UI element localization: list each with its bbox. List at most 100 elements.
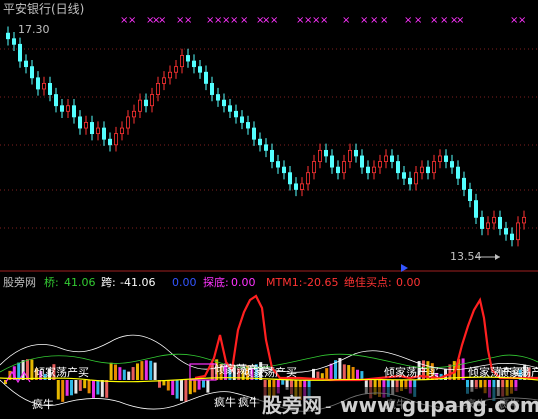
candle-body bbox=[251, 127, 256, 140]
indicator-blue-value: 0.00 bbox=[172, 276, 197, 289]
signal-cross-marks: × × ××× × × × × × × × ×× × × × × × × × × × × × × × ×× × × bbox=[120, 15, 526, 26]
histogram-bar bbox=[149, 360, 153, 380]
max-price-label: 17.30 bbox=[18, 23, 50, 36]
candle-body bbox=[155, 82, 160, 95]
watermark-separator: - bbox=[325, 396, 332, 417]
candle-body bbox=[102, 127, 107, 140]
histogram-bar bbox=[206, 380, 210, 393]
cross-mark-icon: × bbox=[158, 15, 166, 26]
candle-body bbox=[431, 161, 436, 174]
candle-body bbox=[257, 138, 262, 146]
histogram-bar bbox=[118, 367, 122, 380]
cross-mark-icon: × bbox=[404, 15, 412, 26]
candle-body bbox=[305, 172, 310, 185]
histogram-bar bbox=[136, 363, 139, 380]
cross-mark-icon: × bbox=[230, 15, 238, 26]
cross-mark-icon: × bbox=[440, 15, 448, 26]
candle-body bbox=[6, 32, 11, 40]
candle-body bbox=[66, 105, 71, 112]
histogram-bar bbox=[56, 380, 60, 400]
candlestick-series bbox=[6, 26, 527, 247]
cross-mark-icon: × bbox=[128, 15, 136, 26]
histogram-bar bbox=[17, 362, 21, 380]
histogram-bar bbox=[140, 361, 144, 380]
gujiadang-label-6: 倾家荡产买 bbox=[498, 365, 538, 379]
indicator-mtm-label: MTM1: bbox=[266, 276, 302, 289]
candle-body bbox=[395, 161, 400, 174]
candle-body bbox=[126, 116, 131, 129]
candle-body bbox=[72, 105, 77, 118]
candle-body bbox=[131, 110, 136, 118]
candle-body bbox=[96, 127, 101, 135]
candle-body bbox=[365, 166, 370, 174]
candle-body bbox=[371, 166, 376, 174]
cross-mark-icon: × bbox=[456, 15, 464, 26]
histogram-bar bbox=[83, 380, 87, 389]
candle-body bbox=[449, 161, 454, 168]
cross-mark-icon: × bbox=[342, 15, 350, 26]
candle-body bbox=[23, 60, 28, 68]
candle-body bbox=[239, 116, 244, 123]
candle-body bbox=[377, 161, 382, 168]
indicator-panel-name: 股旁网 bbox=[3, 275, 36, 289]
histogram-bar bbox=[175, 380, 179, 399]
candle-body bbox=[353, 149, 358, 157]
candle-body bbox=[329, 155, 334, 168]
candle-body bbox=[509, 233, 514, 241]
min-arrow-head-icon bbox=[495, 254, 500, 260]
candle-body bbox=[221, 99, 226, 107]
candle-body bbox=[137, 99, 142, 112]
candle-body bbox=[287, 172, 292, 185]
candle-body bbox=[149, 94, 154, 107]
candle-body bbox=[54, 94, 59, 107]
indicator-qiao-label: 桥: bbox=[44, 276, 59, 289]
candle-body bbox=[179, 55, 184, 68]
candle-body bbox=[359, 155, 364, 168]
cross-mark-icon: × bbox=[184, 15, 192, 26]
candle-body bbox=[114, 133, 119, 146]
indicator-buy-value: 0.00 bbox=[396, 276, 421, 289]
histogram-bar bbox=[96, 380, 100, 395]
candle-body bbox=[245, 122, 250, 129]
histogram-bar bbox=[347, 365, 351, 380]
candle-body bbox=[120, 127, 125, 135]
watermark-brand: 股旁网 bbox=[262, 393, 322, 417]
cross-mark-icon: × bbox=[430, 15, 438, 26]
histogram-bar bbox=[342, 364, 346, 380]
indicator-buy-label: 绝佳买点: bbox=[344, 275, 392, 289]
histogram-bar bbox=[127, 371, 131, 380]
stock-chart[interactable]: 平安银行(日线) 17.30 × × ××× × × × × × × × ×× × × × × × × × × × × ×… bbox=[0, 0, 538, 419]
candle-body bbox=[491, 216, 496, 224]
candle-body bbox=[443, 155, 448, 162]
candle-body bbox=[143, 99, 148, 107]
candle-body bbox=[503, 228, 508, 235]
histogram-bar bbox=[109, 362, 113, 380]
indicator-qiao-value: 41.06 bbox=[64, 276, 96, 289]
cross-mark-icon: × bbox=[518, 15, 526, 26]
candle-body bbox=[485, 222, 490, 229]
candle-body bbox=[11, 38, 16, 45]
candle-body bbox=[311, 161, 316, 174]
indicator-kua-value: -41.06 bbox=[120, 276, 155, 289]
candle-body bbox=[60, 105, 65, 112]
candle-body bbox=[263, 144, 268, 151]
histogram-bar bbox=[356, 369, 359, 380]
candle-body bbox=[401, 172, 406, 179]
watermark-url: www.gupang.com bbox=[340, 393, 538, 417]
fengniu-label-2: 疯牛 bbox=[214, 395, 236, 409]
indicator-header: 股旁网 桥: 41.06 跨: -41.06 0.00 探底: 0.00 MTM… bbox=[3, 275, 421, 289]
histogram-bar bbox=[78, 380, 82, 391]
candle-body bbox=[191, 60, 196, 68]
histogram-bar bbox=[184, 380, 188, 402]
histogram-bar bbox=[30, 359, 34, 380]
histogram-bar bbox=[92, 380, 95, 398]
candle-body bbox=[197, 66, 202, 73]
candle-body bbox=[275, 161, 280, 168]
histogram-bar bbox=[65, 380, 69, 396]
candle-body bbox=[108, 138, 113, 146]
candle-body bbox=[455, 166, 460, 179]
candle-body bbox=[36, 77, 41, 90]
gujiadang-label-1: 倾家荡产买 bbox=[34, 365, 89, 379]
candle-body bbox=[185, 55, 190, 62]
price-gridlines bbox=[0, 48, 538, 229]
